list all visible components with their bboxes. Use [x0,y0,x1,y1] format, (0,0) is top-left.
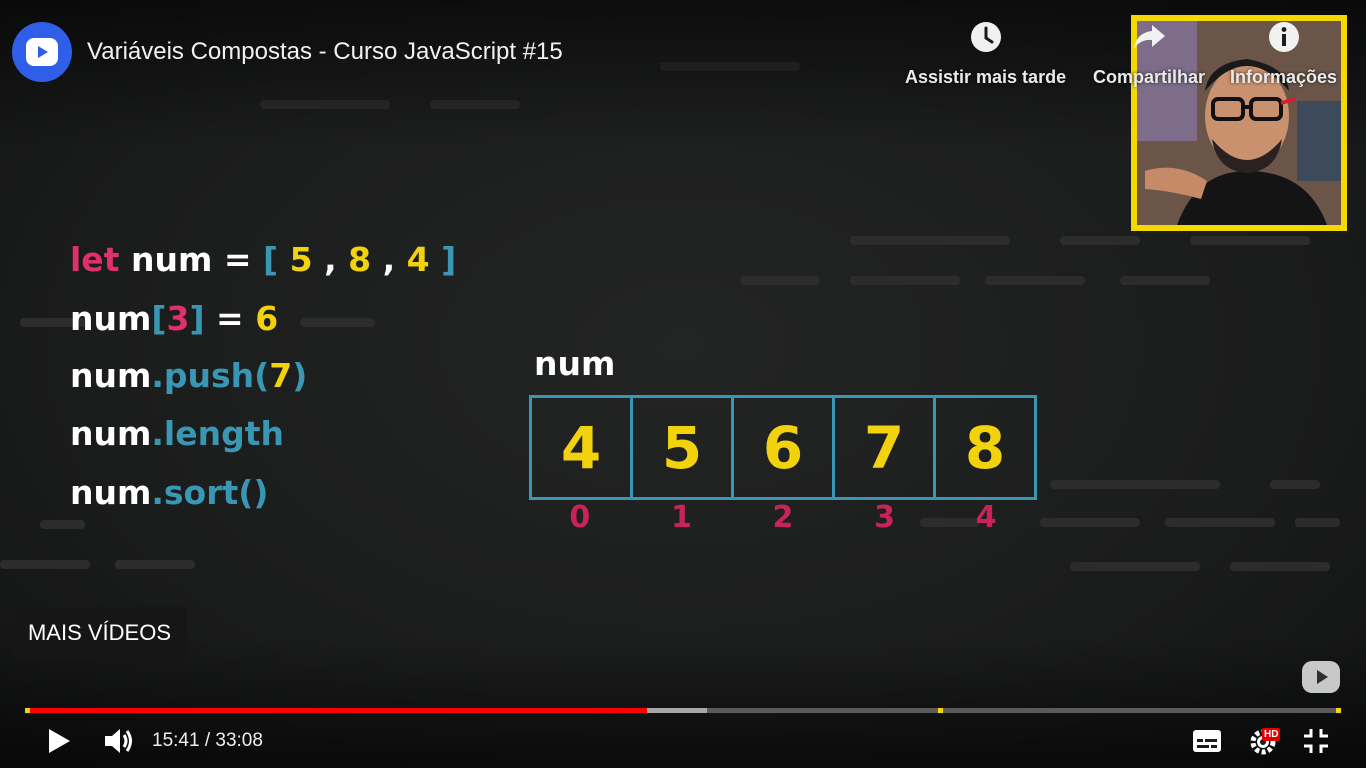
code-line-assign-index: num[3] = 6 [70,299,278,338]
watch-later-label: Assistir mais tarde [905,67,1067,87]
bg-decor [300,318,375,327]
code-bracket: ] [189,299,205,338]
code-comma: , [324,240,337,279]
code-number: 7 [269,356,293,395]
bg-decor [1050,480,1220,489]
code-variable: num [130,240,213,279]
channel-avatar[interactable] [12,22,72,82]
code-variable: num [70,473,152,512]
array-index: 1 [670,500,692,535]
share-button[interactable]: Compartilhar [1093,18,1205,88]
code-bracket: ] [441,240,457,279]
array-indices: 0 1 2 3 4 [529,500,1037,540]
share-label: Compartilhar [1093,67,1206,87]
code-variable: num [70,356,152,395]
code-operator: = [223,240,252,279]
time-display: 15:41 / 33:08 [152,730,263,751]
code-bracket: [ [151,299,167,338]
play-button[interactable] [40,722,78,760]
exit-fullscreen-button[interactable] [1298,722,1334,760]
info-label: Informações [1230,67,1338,87]
settings-button[interactable]: HD [1244,722,1284,760]
volume-button[interactable] [100,722,138,760]
bg-decor [1070,562,1200,571]
more-videos-button[interactable]: MAIS VÍDEOS [12,607,187,659]
code-method: .sort() [151,473,269,512]
code-bracket: [ [263,240,279,279]
array-cell: 7 [835,398,936,497]
array-cell: 6 [734,398,835,497]
code-line-length: num.length [70,414,284,453]
clock-icon [970,22,1001,52]
code-variable: num [70,414,152,453]
bg-decor [985,276,1085,285]
subtitles-icon [1193,730,1221,752]
code-operator: = [216,299,244,338]
played-bar [25,708,648,713]
bg-decor [1060,236,1140,245]
play-icon [49,729,70,753]
bg-decor [1190,236,1310,245]
array-cell: 4 [532,398,633,497]
code-number: 4 [406,240,430,279]
code-method: .push( [151,356,270,395]
array-index: 0 [569,500,591,535]
chapter-marker [25,708,30,713]
array-label: num [534,344,616,383]
youtube-watermark-icon[interactable] [1301,660,1341,694]
array-diagram: 4 5 6 7 8 [529,395,1037,500]
share-icon [1134,25,1166,49]
hd-badge: HD [1262,728,1281,741]
exit-fullscreen-icon [1304,729,1328,753]
code-line-sort: num.sort() [70,473,268,512]
code-number: 8 [348,240,372,279]
array-index: 4 [975,500,997,535]
array-cell: 8 [964,413,1006,482]
bg-decor [1165,518,1275,527]
bg-decor [740,276,820,285]
bg-decor [1270,480,1320,489]
bg-decor [850,276,960,285]
chapter-marker [938,708,944,713]
subtitles-button[interactable] [1188,722,1226,760]
code-keyword: let [70,240,120,279]
code-line-declaration: let num = [ 5 , 8 , 4 ] [70,240,456,279]
video-title[interactable]: Variáveis Compostas - Curso JavaScript #… [87,38,563,66]
video-frame[interactable]: let num = [ 5 , 8 , 4 ] num[3] = 6 num.p… [0,0,1366,768]
bg-decor [850,236,1010,245]
progress-bar[interactable] [25,708,1341,713]
bg-decor [115,560,195,569]
bg-decor [1040,518,1140,527]
array-index: 3 [874,500,896,535]
volume-icon [105,729,132,753]
bg-decor [1120,276,1210,285]
code-number: 6 [255,299,279,338]
bg-decor [1295,518,1340,527]
info-icon [1268,22,1299,52]
code-index: 3 [166,299,190,338]
code-comma: , [382,240,396,279]
bg-decor [40,520,85,529]
info-button[interactable]: Informações [1230,18,1337,88]
code-number: 5 [289,240,313,279]
code-variable: num [70,299,152,338]
array-cell: 5 [633,398,734,497]
bg-decor [1230,562,1330,571]
channel-logo-icon [26,38,58,66]
code-paren: ) [292,356,308,395]
bg-decor [0,560,90,569]
chapter-marker [1336,708,1341,713]
array-index: 2 [772,500,794,535]
code-line-push: num.push(7) [70,356,307,395]
watch-later-button[interactable]: Assistir mais tarde [905,18,1066,88]
code-property: .length [151,414,284,453]
